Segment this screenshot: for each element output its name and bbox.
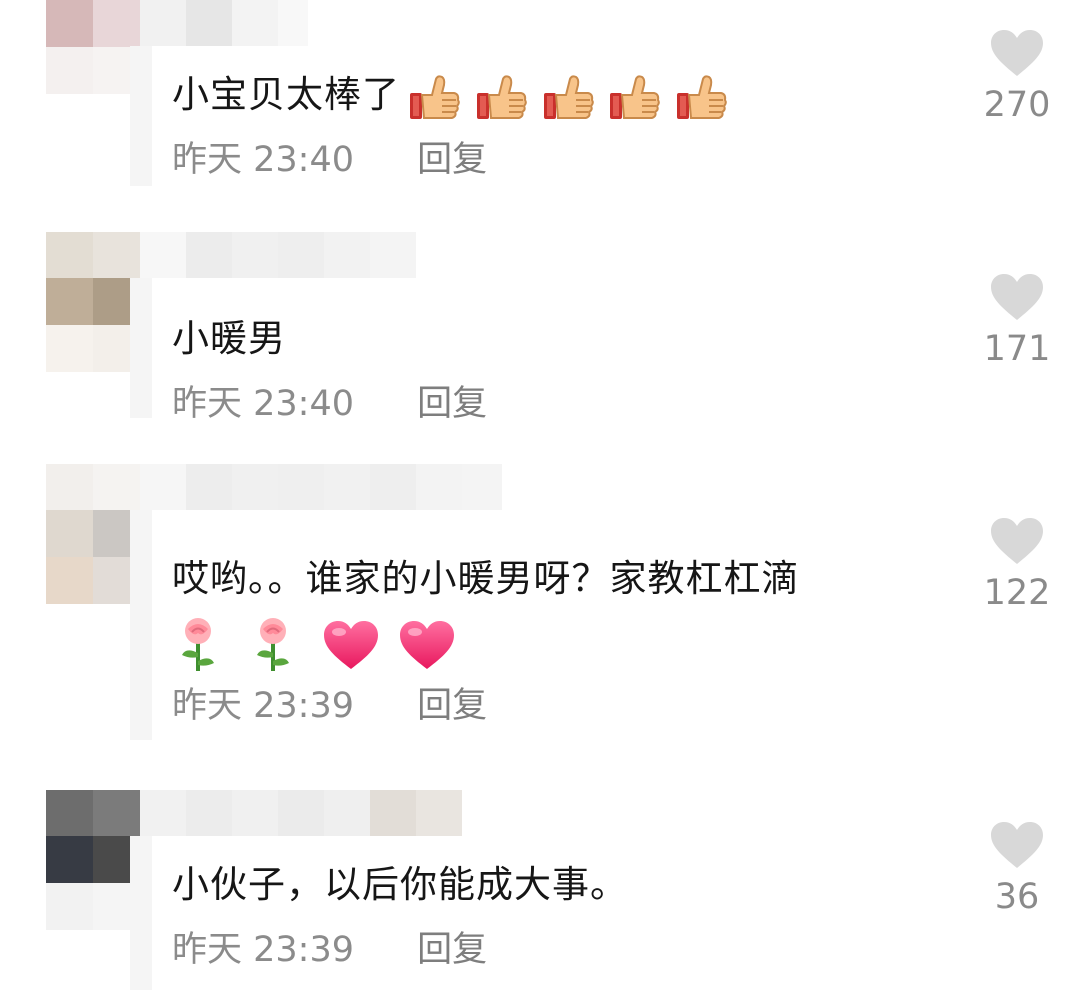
username-blurred[interactable]	[140, 464, 502, 510]
like-button[interactable]: 122	[975, 516, 1059, 614]
comment-item: 小伙子，以后你能成大事。 昨天 23:39 回复 36	[0, 790, 1080, 990]
comment-list: 小宝贝太棒了 昨天 23:40 回复 270 小暖男 昨天 23:40 回复 1…	[0, 0, 1080, 990]
rose-icon	[256, 618, 289, 671]
emoji-row	[408, 66, 729, 128]
comment-text: 小宝贝太棒了	[172, 64, 942, 128]
comment-item: 小宝贝太棒了 昨天 23:40 回复 270	[0, 0, 1080, 230]
comment-body: 小伙子，以后你能成大事。	[172, 863, 628, 906]
reply-button[interactable]: 回复	[417, 138, 487, 182]
avatar[interactable]	[46, 232, 140, 372]
comment-body: 小暖男	[172, 317, 286, 360]
like-count: 122	[983, 573, 1051, 613]
heart-outline-icon	[991, 30, 1043, 76]
heart-icon	[400, 621, 455, 669]
comment-time: 昨天 23:40	[172, 384, 354, 424]
comment-text: 小暖男	[172, 308, 942, 370]
like-button[interactable]: 36	[975, 820, 1059, 918]
thumbs-up-icon	[610, 75, 661, 119]
avatar[interactable]	[46, 0, 140, 94]
comment-item: 哎哟。。谁家的小暖男呀？家教杠杠滴 昨天 23:39 回复 122	[0, 464, 1080, 764]
reply-button[interactable]: 回复	[417, 382, 487, 426]
comment-meta: 昨天 23:40 回复	[172, 382, 487, 426]
thumbs-up-icon	[677, 75, 727, 119]
comment-time: 昨天 23:39	[172, 930, 354, 970]
like-count: 36	[994, 877, 1040, 917]
thumbs-up-icon	[410, 75, 460, 119]
comment-text: 小伙子，以后你能成大事。	[172, 854, 942, 916]
reply-button[interactable]: 回复	[417, 684, 487, 728]
comment-meta: 昨天 23:39 回复	[172, 928, 487, 972]
heart-outline-icon	[991, 518, 1043, 564]
comment-time: 昨天 23:40	[172, 140, 354, 180]
comment-meta: 昨天 23:40 回复	[172, 138, 487, 182]
username-blurred[interactable]	[140, 232, 416, 278]
like-count: 171	[983, 329, 1051, 369]
heart-outline-icon	[991, 822, 1043, 868]
rose-icon	[182, 618, 214, 671]
comment-meta: 昨天 23:39 回复	[172, 684, 487, 728]
avatar[interactable]	[46, 790, 140, 930]
like-button[interactable]: 171	[975, 272, 1059, 370]
username-blurred[interactable]	[140, 790, 462, 836]
thumbs-up-icon	[543, 75, 594, 119]
emoji-row	[172, 613, 456, 675]
avatar[interactable]	[46, 464, 140, 604]
heart-outline-icon	[991, 274, 1043, 320]
comment-time: 昨天 23:39	[172, 686, 354, 726]
thumbs-up-icon	[476, 75, 527, 119]
comment-item: 小暖男 昨天 23:40 回复 171	[0, 232, 1080, 462]
like-count: 270	[983, 85, 1051, 125]
comment-body: 小宝贝太棒了	[172, 73, 400, 116]
comment-text: 哎哟。。谁家的小暖男呀？家教杠杠滴	[172, 548, 942, 675]
like-button[interactable]: 270	[975, 28, 1059, 126]
reply-button[interactable]: 回复	[417, 928, 487, 972]
heart-icon	[323, 621, 378, 669]
comment-body: 哎哟。。谁家的小暖男呀？家教杠杠滴	[172, 557, 800, 600]
username-blurred[interactable]	[140, 0, 308, 46]
